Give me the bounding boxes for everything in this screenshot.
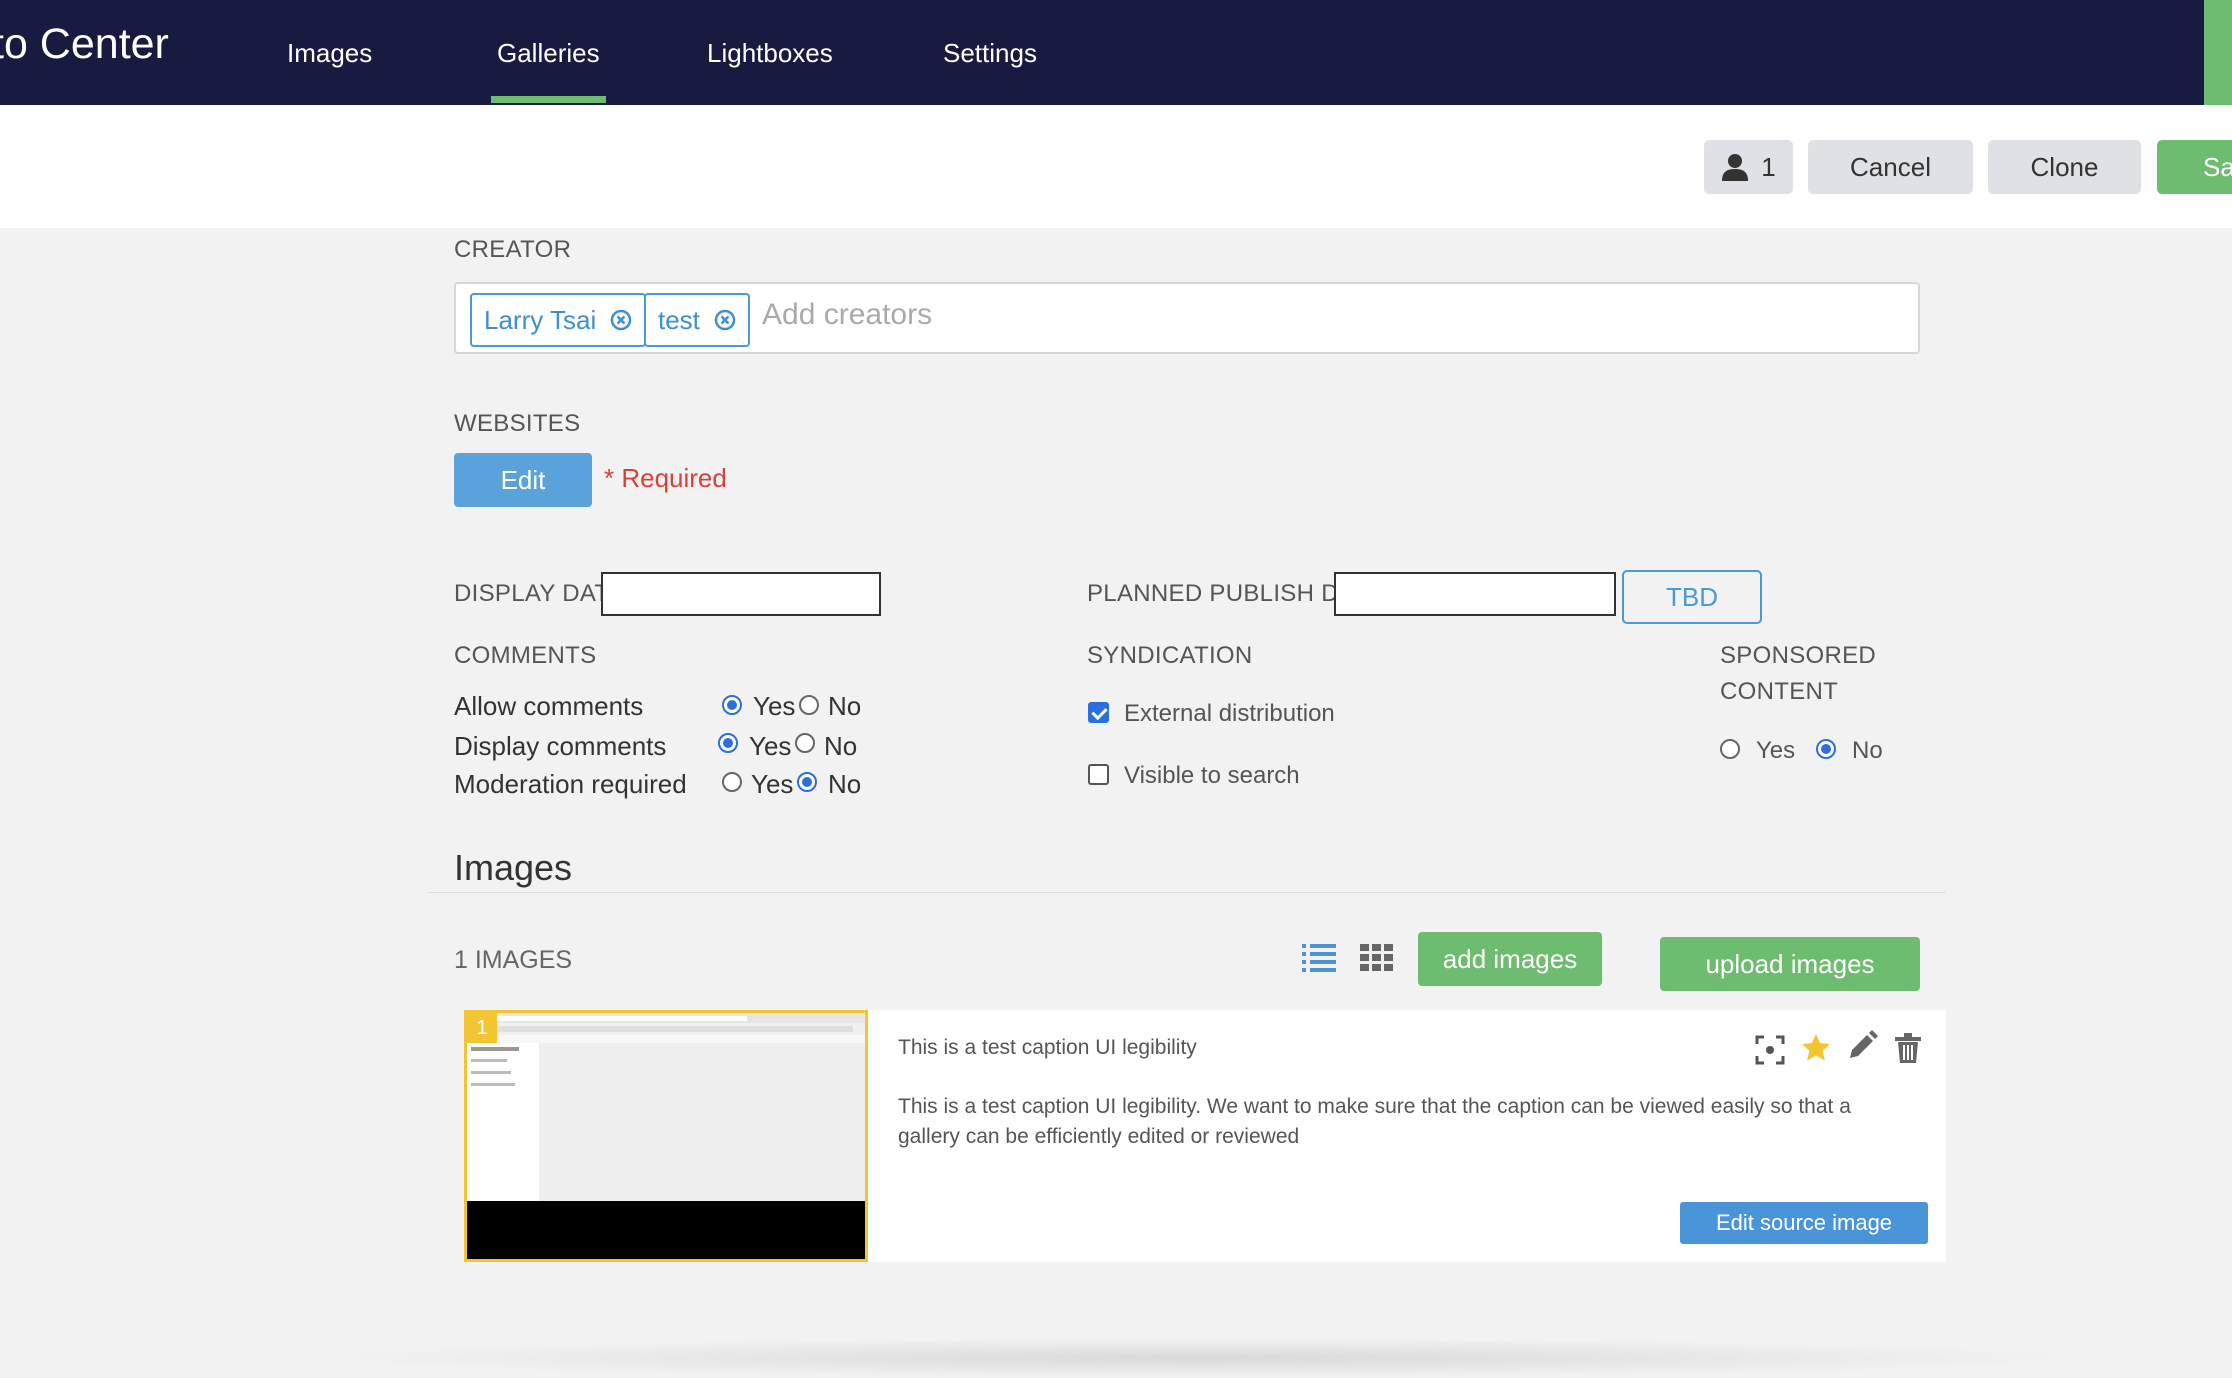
allow-comments-label: Allow comments [454, 691, 644, 721]
sponsored-content-label-line2: CONTENT [1720, 678, 1839, 705]
moderation-required-yes-radio[interactable] [722, 772, 742, 792]
clone-button[interactable]: Clone [1988, 140, 2141, 194]
edit-pencil-icon[interactable] [1846, 1030, 1878, 1062]
images-count: 1 IMAGES [454, 946, 573, 974]
allow-comments-no-radio[interactable] [799, 695, 819, 715]
visible-to-search-checkbox[interactable] [1088, 764, 1109, 785]
allow-comments-yes-label[interactable]: Yes [753, 691, 795, 722]
section-divider [428, 892, 1946, 893]
sponsored-content-label-line1: SPONSORED [1720, 642, 1877, 669]
image-caption-long: This is a test caption UI legibility. We… [898, 1095, 1851, 1148]
active-users-button[interactable]: 1 [1704, 140, 1793, 194]
tbd-button[interactable]: TBD [1622, 570, 1762, 624]
display-comments-label: Display comments [454, 731, 667, 761]
creator-chip[interactable]: Larry Tsai [470, 293, 647, 347]
moderation-required-no-radio[interactable] [797, 772, 817, 792]
images-section-title: Images [454, 847, 573, 888]
creator-chip[interactable]: test [644, 293, 750, 347]
websites-label: WEBSITES [454, 410, 581, 437]
remove-chip-icon[interactable] [714, 309, 736, 331]
active-users-count: 1 [1761, 151, 1776, 182]
edit-source-image-button[interactable]: Edit source image [1680, 1202, 1928, 1244]
upload-images-button[interactable]: upload images [1660, 937, 1920, 991]
action-toolbar: 1 Cancel Clone Sa [0, 105, 2232, 228]
external-distribution-checkbox[interactable] [1088, 702, 1109, 723]
remove-chip-icon[interactable] [610, 309, 632, 331]
creator-chip-label: test [658, 304, 700, 335]
moderation-required-no-label[interactable]: No [828, 769, 861, 800]
moderation-required-yes-label[interactable]: Yes [751, 769, 793, 800]
list-view-icon[interactable] [1302, 942, 1336, 972]
syndication-label: SYNDICATION [1087, 642, 1253, 669]
image-number-badge: 1 [467, 1013, 497, 1043]
focal-point-icon[interactable] [1754, 1034, 1786, 1066]
add-images-button[interactable]: add images [1418, 932, 1602, 986]
sponsored-no-label[interactable]: No [1852, 737, 1883, 765]
tab-lightboxes[interactable]: Lightboxes [707, 38, 833, 69]
sponsored-yes-radio[interactable] [1720, 739, 1740, 759]
tab-images[interactable]: Images [287, 38, 372, 69]
footer-shadow [320, 1338, 2080, 1378]
display-comments-yes-label[interactable]: Yes [749, 731, 791, 762]
allow-comments-yes-radio[interactable] [722, 695, 742, 715]
top-nav: to Center Images Galleries Lightboxes Se… [0, 0, 2232, 105]
display-date-label: DISPLAY DATE [454, 580, 626, 607]
image-caption-short: This is a test caption UI legibility [898, 1036, 1197, 1059]
external-distribution-label[interactable]: External distribution [1124, 700, 1335, 728]
visible-to-search-label[interactable]: Visible to search [1124, 762, 1300, 790]
delete-trash-icon[interactable] [1892, 1032, 1924, 1064]
tab-galleries[interactable]: Galleries [491, 38, 606, 103]
tab-settings[interactable]: Settings [943, 38, 1037, 69]
display-comments-no-radio[interactable] [795, 733, 815, 753]
creator-label: CREATOR [454, 236, 572, 263]
sponsored-yes-label[interactable]: Yes [1756, 737, 1795, 765]
creator-chip-label: Larry Tsai [484, 304, 597, 335]
screenshot-thumbnail-image [467, 1013, 865, 1259]
allow-comments-no-label[interactable]: No [828, 691, 861, 722]
nav-edge-button[interactable] [2204, 0, 2232, 105]
moderation-required-label: Moderation required [454, 769, 687, 799]
planned-publish-date-input[interactable] [1334, 572, 1616, 616]
creator-input-placeholder[interactable]: Add creators [762, 298, 932, 332]
sponsored-no-radio[interactable] [1816, 739, 1836, 759]
creator-field[interactable]: Larry Tsai test Add creators [454, 282, 1920, 354]
comments-label: COMMENTS [454, 642, 597, 669]
image-card: 1 This is a test caption UI legibility T… [464, 1010, 1946, 1262]
websites-edit-button[interactable]: Edit [454, 453, 592, 507]
cancel-button[interactable]: Cancel [1808, 140, 1973, 194]
display-comments-yes-radio[interactable] [718, 733, 738, 753]
user-icon [1722, 154, 1749, 181]
featured-star-icon[interactable] [1800, 1032, 1832, 1064]
save-button[interactable]: Sa [2157, 140, 2232, 194]
display-date-input[interactable] [601, 572, 881, 616]
required-indicator: * Required [604, 463, 727, 493]
display-comments-no-label[interactable]: No [824, 731, 857, 762]
image-thumbnail[interactable]: 1 [464, 1010, 868, 1262]
app-title: to Center [0, 20, 169, 68]
grid-view-icon[interactable] [1360, 942, 1394, 972]
